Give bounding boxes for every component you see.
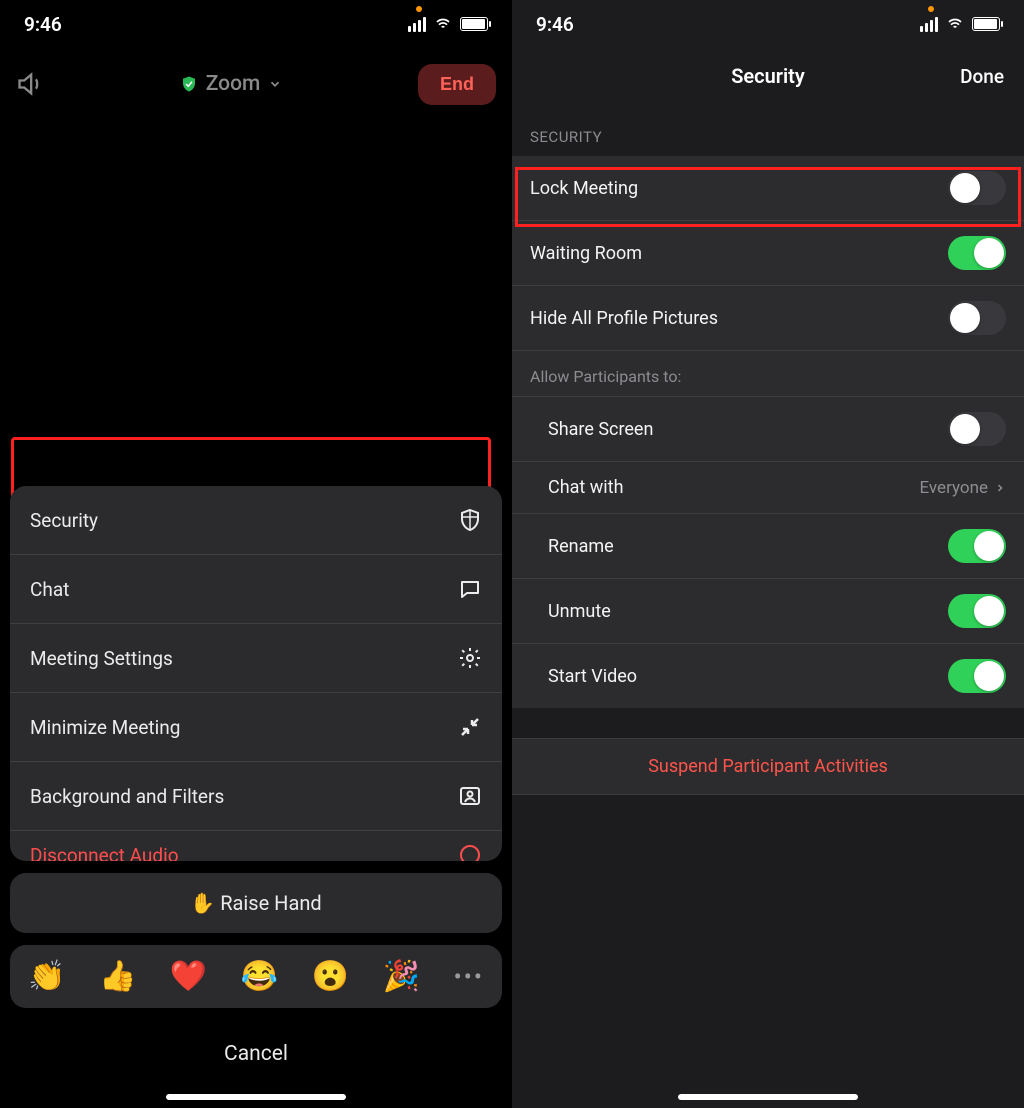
toggle-start-video[interactable]: [948, 659, 1006, 693]
status-time: 9:46: [536, 13, 574, 36]
home-indicator: [678, 1094, 858, 1100]
menu-list: Security Chat Meeting Settings Minimize …: [10, 486, 502, 861]
reaction-joy[interactable]: 😂: [241, 959, 278, 994]
row-start-video[interactable]: Start Video: [512, 644, 1024, 708]
chevron-right-icon: [994, 482, 1006, 494]
chat-with-value: Everyone: [919, 478, 988, 498]
wifi-icon: [433, 16, 453, 32]
row-label: Rename: [548, 536, 614, 557]
reaction-clap[interactable]: 👏: [28, 959, 65, 994]
menu-item-chat[interactable]: Chat: [10, 555, 502, 624]
speaker-icon[interactable]: [16, 70, 44, 98]
nav-header: Security Done: [512, 48, 1024, 104]
row-chat-with[interactable]: Chat with Everyone: [512, 462, 1024, 514]
row-waiting-room[interactable]: Waiting Room: [512, 221, 1024, 286]
chat-icon: [458, 577, 482, 601]
menu-item-minimize[interactable]: Minimize Meeting: [10, 693, 502, 762]
menu-item-security[interactable]: Security: [10, 486, 502, 555]
spacer: [512, 708, 1024, 738]
meeting-title: Zoom: [206, 72, 261, 96]
menu-item-background[interactable]: Background and Filters: [10, 762, 502, 831]
row-label: Waiting Room: [530, 243, 642, 264]
suspend-activities-button[interactable]: Suspend Participant Activities: [512, 738, 1024, 795]
more-reactions-icon[interactable]: •••: [454, 963, 484, 991]
person-frame-icon: [458, 784, 482, 808]
end-button[interactable]: End: [418, 64, 496, 105]
row-rename[interactable]: Rename: [512, 514, 1024, 579]
raise-hand-button[interactable]: ✋ Raise Hand: [10, 873, 502, 933]
row-label: Lock Meeting: [530, 178, 638, 199]
toggle-share-screen[interactable]: [948, 412, 1006, 446]
left-screen: 9:46 Zoom End Security Chat: [0, 0, 512, 1108]
reaction-thumbs-up[interactable]: 👍: [99, 959, 136, 994]
toggle-rename[interactable]: [948, 529, 1006, 563]
disconnect-audio-icon: [458, 843, 482, 861]
row-unmute[interactable]: Unmute: [512, 579, 1024, 644]
status-bar: 9:46: [512, 0, 1024, 48]
reaction-tada[interactable]: 🎉: [383, 959, 420, 994]
menu-label: Minimize Meeting: [30, 716, 180, 739]
right-screen: 9:46 Security Done SECURITY Lock Meeting…: [512, 0, 1024, 1108]
toggle-waiting-room[interactable]: [948, 236, 1006, 270]
raise-hand-icon: ✋: [190, 891, 215, 915]
toggle-hide-pictures[interactable]: [948, 301, 1006, 335]
status-icons: [408, 16, 488, 32]
row-label: Hide All Profile Pictures: [530, 308, 718, 329]
reaction-heart[interactable]: ❤️: [170, 959, 207, 994]
shield-icon: [458, 508, 482, 532]
action-sheet: Security Chat Meeting Settings Minimize …: [10, 486, 502, 1088]
row-hide-pictures[interactable]: Hide All Profile Pictures: [512, 286, 1024, 351]
recording-dot-icon: [416, 6, 422, 12]
meeting-toolbar: Zoom End: [0, 48, 512, 120]
settings-list-main: Lock Meeting Waiting Room Hide All Profi…: [512, 156, 1024, 708]
status-icons: [920, 16, 1000, 32]
row-label: Share Screen: [548, 419, 653, 440]
menu-item-disconnect[interactable]: Disconnect Audio: [10, 831, 502, 861]
recording-dot-icon: [928, 6, 934, 12]
battery-icon: [972, 17, 1000, 31]
reactions-bar: 👏 👍 ❤️ 😂 😮 🎉 •••: [10, 945, 502, 1008]
cellular-icon: [408, 17, 426, 32]
row-label: Chat with: [548, 477, 623, 498]
battery-icon: [460, 17, 488, 31]
raise-hand-label: Raise Hand: [220, 891, 321, 915]
row-value-chat: Everyone: [919, 478, 1006, 498]
section-header-security: SECURITY: [512, 104, 1024, 156]
menu-label: Meeting Settings: [30, 647, 173, 670]
menu-label: Disconnect Audio: [30, 844, 179, 862]
cancel-button[interactable]: Cancel: [10, 1020, 502, 1088]
meeting-title-button[interactable]: Zoom: [180, 72, 283, 96]
allow-participants-header: Allow Participants to:: [512, 351, 1024, 397]
chevron-down-icon: [268, 77, 282, 91]
menu-label: Security: [30, 509, 98, 532]
toggle-lock-meeting[interactable]: [948, 171, 1006, 205]
done-button[interactable]: Done: [960, 65, 1004, 88]
row-lock-meeting[interactable]: Lock Meeting: [512, 156, 1024, 221]
toggle-unmute[interactable]: [948, 594, 1006, 628]
status-bar: 9:46: [0, 0, 512, 48]
row-label: Unmute: [548, 601, 611, 622]
row-label: Start Video: [548, 666, 637, 687]
cellular-icon: [920, 17, 938, 32]
page-title: Security: [731, 64, 805, 88]
home-indicator: [166, 1094, 346, 1100]
minimize-icon: [458, 715, 482, 739]
gear-icon: [458, 646, 482, 670]
status-time: 9:46: [24, 13, 62, 36]
row-share-screen[interactable]: Share Screen: [512, 397, 1024, 462]
wifi-icon: [945, 16, 965, 32]
shield-check-icon: [180, 75, 198, 93]
menu-label: Chat: [30, 578, 69, 601]
menu-label: Background and Filters: [30, 785, 224, 808]
reaction-wow[interactable]: 😮: [312, 959, 349, 994]
menu-item-settings[interactable]: Meeting Settings: [10, 624, 502, 693]
